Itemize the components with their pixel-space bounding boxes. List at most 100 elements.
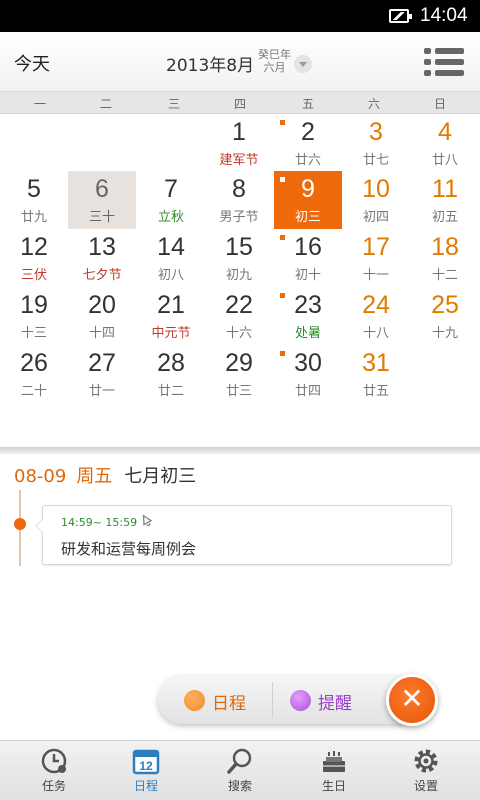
day-cell[interactable]: 15 初九 bbox=[205, 229, 273, 287]
day-cell[interactable]: 18 十二 bbox=[411, 229, 479, 287]
today-button[interactable]: 今天 bbox=[14, 50, 50, 76]
lunar-date: 初三 bbox=[294, 210, 321, 225]
weekday-label: 六 bbox=[367, 97, 380, 111]
event-marker bbox=[280, 293, 285, 298]
nav-settings-label: 设置 bbox=[413, 779, 438, 793]
day-cell[interactable]: 11 初五 bbox=[411, 171, 479, 229]
search-icon bbox=[226, 747, 254, 775]
lunar-year: 癸巳年 bbox=[258, 48, 291, 61]
day-cell[interactable]: 21 中元节 bbox=[137, 287, 205, 345]
day-cell[interactable]: 22 十六 bbox=[205, 287, 273, 345]
month-dropdown-icon[interactable] bbox=[294, 55, 312, 73]
day-cell[interactable]: 19 十三 bbox=[0, 287, 68, 345]
day-number: 1 bbox=[232, 118, 246, 146]
calendar-icon: 12 bbox=[132, 747, 160, 775]
day-cell[interactable]: 16 初十 bbox=[274, 229, 342, 287]
lunar-year-month[interactable]: 癸巳年 六月 bbox=[258, 48, 291, 74]
event-marker bbox=[280, 177, 285, 182]
day-number: 14 bbox=[157, 233, 185, 261]
lunar-date: 廿二 bbox=[157, 384, 184, 399]
lunar-date: 立秋 bbox=[157, 210, 184, 225]
nav-tasks[interactable]: 任务 bbox=[6, 741, 102, 800]
weekday-label: 三 bbox=[167, 97, 180, 111]
day-cell[interactable]: 4 廿八 bbox=[411, 114, 479, 172]
day-cell[interactable]: 30 廿四 bbox=[274, 345, 342, 403]
close-icon: ✕ bbox=[400, 682, 424, 715]
day-cell[interactable]: 3 廿七 bbox=[342, 114, 410, 172]
schedule-dot-icon bbox=[184, 690, 205, 711]
add-menu-popup: 日程 提醒 bbox=[158, 676, 420, 724]
add-schedule-option[interactable]: 日程 bbox=[184, 686, 264, 714]
day-number: 5 bbox=[27, 175, 41, 203]
nav-birthday[interactable]: 生日 bbox=[286, 741, 382, 800]
day-cell[interactable]: 10 初四 bbox=[342, 171, 410, 229]
nav-schedule[interactable]: 12 日程 bbox=[98, 741, 194, 800]
lunar-date: 十六 bbox=[225, 326, 252, 341]
lunar-date: 十八 bbox=[362, 326, 389, 341]
month-selector[interactable]: 2013年8月 bbox=[166, 51, 254, 76]
day-number: 18 bbox=[431, 233, 459, 261]
day-cell[interactable]: 27 廿一 bbox=[68, 345, 136, 403]
day-cell[interactable]: 7 立秋 bbox=[137, 171, 205, 229]
day-number: 15 bbox=[225, 233, 253, 261]
day-number: 12 bbox=[20, 233, 48, 261]
status-time: 14:04 bbox=[420, 5, 468, 26]
lunar-date: 初十 bbox=[294, 268, 321, 283]
list-menu-icon[interactable] bbox=[424, 46, 464, 78]
day-number: 25 bbox=[431, 291, 459, 319]
event-title: 研发和运营每周例会 bbox=[61, 540, 197, 558]
day-cell[interactable]: 6 三十 bbox=[68, 171, 136, 229]
day-cell[interactable]: 24 十八 bbox=[342, 287, 410, 345]
grid-divider[interactable] bbox=[0, 447, 480, 454]
day-number: 7 bbox=[164, 175, 178, 203]
day-number: 6 bbox=[95, 175, 109, 203]
lunar-date: 男子节 bbox=[219, 210, 259, 225]
day-cell[interactable]: 5 廿九 bbox=[0, 171, 68, 229]
day-cell[interactable]: 23 处暑 bbox=[274, 287, 342, 345]
day-cell[interactable]: 31 廿五 bbox=[342, 345, 410, 403]
lunar-date: 建军节 bbox=[219, 153, 259, 168]
lunar-date: 中元节 bbox=[151, 326, 191, 341]
day-number: 10 bbox=[362, 175, 390, 203]
nav-search[interactable]: 搜索 bbox=[192, 741, 288, 800]
timeline-dot bbox=[14, 518, 26, 530]
day-number: 28 bbox=[157, 349, 185, 377]
reminder-dot-icon bbox=[290, 690, 311, 711]
day-cell[interactable]: 14 初八 bbox=[137, 229, 205, 287]
app-header: 今天 2013年8月 癸巳年 六月 bbox=[0, 32, 480, 92]
day-number: 4 bbox=[438, 118, 452, 146]
day-cell[interactable]: 9 初三 bbox=[274, 171, 342, 229]
day-cell[interactable]: 25 十九 bbox=[411, 287, 479, 345]
event-card[interactable]: 14:59~ 15:59 研发和运营每周例会 bbox=[35, 505, 452, 565]
lunar-date: 初九 bbox=[225, 268, 252, 283]
nav-birthday-label: 生日 bbox=[321, 779, 346, 793]
battery-charging-icon bbox=[389, 9, 412, 23]
reminder-bell-icon bbox=[139, 513, 153, 531]
day-cell[interactable]: 2 廿六 bbox=[274, 114, 342, 172]
day-cell[interactable]: 28 廿二 bbox=[137, 345, 205, 403]
day-cell[interactable]: 20 十四 bbox=[68, 287, 136, 345]
lunar-date: 处暑 bbox=[294, 326, 321, 341]
close-menu-button[interactable]: ✕ bbox=[386, 674, 438, 726]
add-reminder-label: 提醒 bbox=[318, 694, 352, 714]
day-cell[interactable]: 13 七夕节 bbox=[68, 229, 136, 287]
day-cell[interactable]: 29 廿三 bbox=[205, 345, 273, 403]
day-number: 11 bbox=[432, 175, 458, 203]
day-number: 3 bbox=[369, 118, 383, 146]
lunar-date: 十一 bbox=[362, 268, 389, 283]
day-number: 27 bbox=[88, 349, 116, 377]
svg-text:12: 12 bbox=[139, 759, 153, 773]
event-marker bbox=[280, 235, 285, 240]
nav-settings[interactable]: 设置 bbox=[378, 741, 474, 800]
day-cell[interactable]: 26 二十 bbox=[0, 345, 68, 403]
weekday-label: 二 bbox=[99, 97, 112, 111]
weekday-label: 一 bbox=[33, 97, 46, 111]
add-reminder-option[interactable]: 提醒 bbox=[290, 686, 370, 714]
day-cell[interactable]: 17 十一 bbox=[342, 229, 410, 287]
status-bar: 14:04 bbox=[0, 0, 480, 32]
day-cell[interactable]: 12 三伏 bbox=[0, 229, 68, 287]
event-marker bbox=[280, 120, 285, 125]
day-cell[interactable]: 1 建军节 bbox=[205, 114, 273, 172]
day-cell[interactable]: 8 男子节 bbox=[205, 171, 273, 229]
selected-weekday: 周五 bbox=[76, 466, 113, 487]
